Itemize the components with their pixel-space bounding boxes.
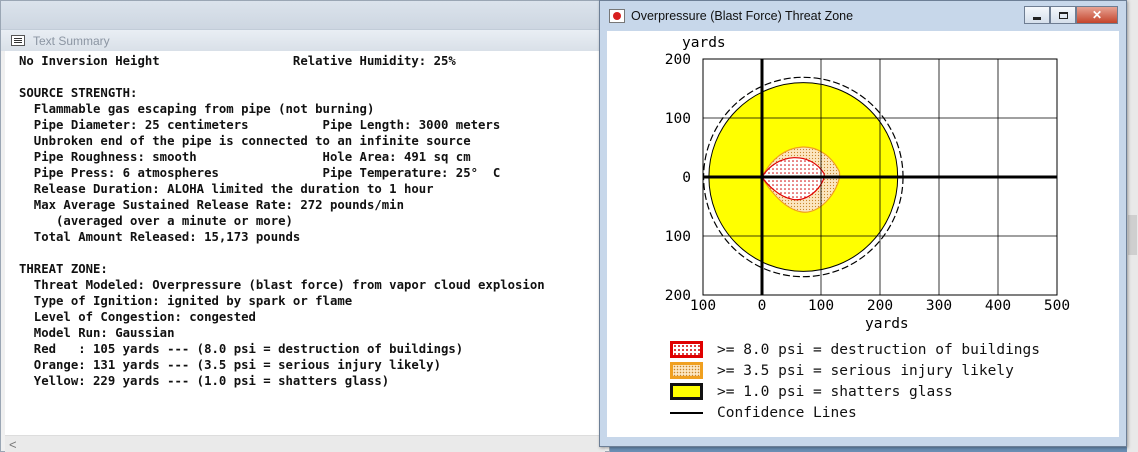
y-tick-label: 0 [682, 170, 691, 186]
threat-zone-title: Overpressure (Blast Force) Threat Zone [631, 9, 854, 23]
y-tick-label: 200 [665, 52, 691, 68]
summary-line: No Inversion Height Relative Humidity: 2… [19, 54, 456, 68]
legend-item-orange: >= 3.5 psi = serious injury likely [670, 360, 1040, 381]
summary-line: Total Amount Released: 15,173 pounds [19, 230, 301, 244]
summary-line: Model Run: Gaussian [19, 326, 175, 340]
summary-line: Release Duration: ALOHA limited the dura… [19, 182, 434, 196]
vertical-scrollbar[interactable] [1127, 0, 1138, 452]
minimize-icon [1033, 16, 1041, 20]
window-top-strip [1, 1, 611, 29]
threat-zone-window[interactable]: Overpressure (Blast Force) Threat Zone ✕… [599, 0, 1127, 447]
summary-line: Unbroken end of the pipe is connected to… [19, 134, 471, 148]
aloha-app-icon [609, 9, 625, 23]
text-summary-body[interactable]: No Inversion Height Relative Humidity: 2… [5, 51, 605, 435]
maximize-icon [1058, 11, 1068, 19]
close-button[interactable]: ✕ [1076, 6, 1118, 24]
summary-line: Orange: 131 yards --- (3.5 psi = serious… [19, 358, 441, 372]
text-summary-title: Text Summary [33, 33, 110, 48]
summary-line: THREAT ZONE: [19, 262, 108, 276]
x-tick-label: 300 [926, 298, 952, 314]
summary-line: Level of Congestion: congested [19, 310, 256, 324]
yellow-zone-swatch [670, 383, 703, 400]
y-tick-label: 100 [665, 229, 691, 245]
legend-item-red: >= 8.0 psi = destruction of buildings [670, 339, 1040, 360]
summary-line: Flammable gas escaping from pipe (not bu… [19, 102, 375, 116]
text-summary-icon [11, 35, 25, 46]
orange-zone-swatch [670, 362, 703, 379]
summary-text: No Inversion Height Relative Humidity: 2… [19, 53, 605, 389]
scroll-left-arrow-icon[interactable]: < [9, 437, 17, 452]
x-tick-label: 100 [808, 298, 834, 314]
x-tick-label: 100 [690, 298, 716, 314]
summary-line: Max Average Sustained Release Rate: 272 … [19, 198, 404, 212]
text-summary-titlebar[interactable]: Text Summary [1, 29, 611, 51]
threat-zone-chart: yards yards 100 0 100 200 300 400 500200100010… [665, 35, 1070, 331]
y-axis-label: yards [682, 35, 726, 51]
y-tick-label: 200 [665, 288, 691, 304]
threat-zone-plot-area: yards yards 100 0 100 200 300 400 500 200 100 0 10… [607, 31, 1119, 437]
summary-line [19, 69, 605, 85]
confidence-line-swatch [670, 411, 703, 414]
summary-line: Threat Modeled: Overpressure (blast forc… [19, 278, 545, 292]
summary-line: Red : 105 yards --- (8.0 psi = destructi… [19, 342, 464, 356]
x-axis-label: yards [865, 316, 909, 331]
scrollbar-thumb[interactable] [1128, 215, 1137, 255]
summary-line: Pipe Diameter: 25 centimeters Pipe Lengt… [19, 118, 501, 132]
summary-line: Yellow: 229 yards --- (1.0 psi = shatter… [19, 374, 390, 388]
legend-label-orange: >= 3.5 psi = serious injury likely [717, 362, 1014, 379]
legend-label-yellow: >= 1.0 psi = shatters glass [717, 383, 953, 400]
horizontal-scrollbar[interactable]: < [5, 435, 605, 452]
summary-line: (averaged over a minute or more) [19, 214, 293, 228]
summary-line: SOURCE STRENGTH: [19, 86, 138, 100]
x-tick-label: 400 [985, 298, 1011, 314]
maximize-button[interactable] [1050, 6, 1076, 24]
summary-line: Pipe Press: 6 atmospheres Pipe Temperatu… [19, 166, 501, 180]
text-summary-window[interactable]: Text Summary No Inversion Height Relativ… [0, 0, 611, 452]
x-tick-label: 0 [758, 298, 767, 314]
legend: >= 8.0 psi = destruction of buildings >=… [670, 339, 1040, 423]
legend-label-red: >= 8.0 psi = destruction of buildings [717, 341, 1041, 358]
legend-label-confidence: Confidence Lines [717, 404, 857, 421]
legend-item-yellow: >= 1.0 psi = shatters glass [670, 381, 1040, 402]
x-tick-label: 200 [867, 298, 893, 314]
y-tick-label: 100 [665, 111, 691, 127]
summary-line: Type of Ignition: ignited by spark or fl… [19, 294, 353, 308]
legend-item-confidence: Confidence Lines [670, 402, 1040, 423]
minimize-button[interactable] [1024, 6, 1050, 24]
threat-zone-titlebar[interactable]: Overpressure (Blast Force) Threat Zone ✕ [600, 1, 1126, 31]
summary-line: Pipe Roughness: smooth Hole Area: 491 sq… [19, 150, 471, 164]
x-tick-label: 500 [1044, 298, 1070, 314]
red-zone-swatch [670, 341, 703, 358]
summary-line [19, 245, 605, 261]
